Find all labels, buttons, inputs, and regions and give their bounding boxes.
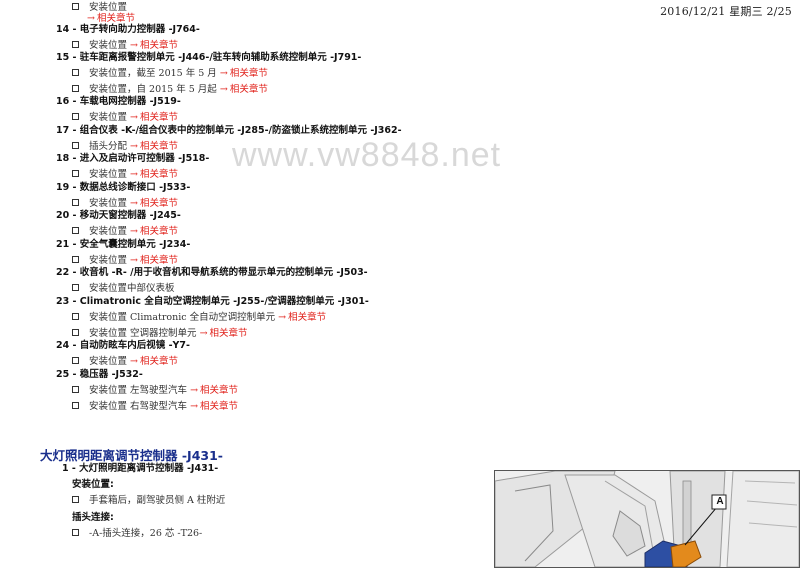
arrow-right-icon: → (130, 356, 139, 367)
list-item: 19 - 数据总线诊断接口 -J533- (56, 182, 191, 193)
install-text: 手套箱后，副驾驶员侧 A 柱附近 (72, 495, 225, 507)
list-subitem: 安装位置 → 相关章节 (72, 40, 178, 52)
list-subitem: 安装位置 → 相关章节 (72, 255, 178, 267)
arrow-right-icon: → (278, 312, 287, 323)
list-item: 15 - 驻车距离报警控制单元 -J446-/驻车转向辅助系统控制单元 -J79… (56, 52, 362, 63)
arrow-right-icon: → (130, 255, 139, 266)
header-date: 2016/12/21 星期三 2/25 (660, 5, 792, 18)
related-link[interactable]: → 相关章节 (190, 385, 238, 396)
list-item: 16 - 车载电网控制器 -J519- (56, 96, 181, 107)
related-link[interactable]: → 相关章节 (130, 169, 178, 180)
bullet-icon (72, 113, 79, 120)
arrow-right-icon: → (219, 84, 228, 95)
list-item: 24 - 自动防眩车内后视镜 -Y7- (56, 340, 190, 351)
arrow-right-icon: → (130, 169, 139, 180)
arrow-right-icon: → (130, 40, 139, 51)
related-link[interactable]: → 相关章节 (130, 356, 178, 367)
bullet-icon (72, 85, 79, 92)
list-item: 20 - 移动天窗控制器 -J245- (56, 210, 181, 221)
arrow-right-icon: → (199, 328, 208, 339)
bullet-icon (72, 284, 79, 291)
section-title: 大灯照明距离调节控制器 -J431- (40, 448, 223, 463)
bullet-icon (72, 3, 79, 10)
related-link[interactable]: → 相关章节 (130, 40, 178, 51)
related-link[interactable]: → 相关章节 (278, 312, 326, 323)
list-item: 14 - 电子转向助力控制器 -J764- (56, 24, 200, 35)
list-subitem: 安装位置 → 相关章节 (72, 112, 178, 124)
bullet-icon (72, 329, 79, 336)
list-item: 23 - Climatronic 全自动空调控制单元 -J255-/空调器控制单… (56, 296, 369, 307)
related-link[interactable]: → 相关章节 (220, 68, 268, 79)
arrow-right-icon: → (190, 401, 199, 412)
bullet-icon (72, 496, 79, 503)
list-item: 18 - 进入及启动许可控制器 -J518- (56, 153, 210, 164)
list-subitem: 安装位置，自 2015 年 5 月起 → 相关章节 (72, 84, 268, 96)
bullet-icon (72, 386, 79, 393)
list-subitem: 安装位置 → 相关章节 (72, 169, 178, 181)
bullet-icon (72, 41, 79, 48)
watermark: www.vw8848.net (232, 136, 502, 174)
list-subitem: 安装位置 空调器控制单元 → 相关章节 (72, 328, 248, 340)
installation-illustration (495, 471, 799, 567)
bullet-icon (72, 170, 79, 177)
arrow-right-icon: → (219, 68, 228, 79)
arrow-right-icon: → (130, 112, 139, 123)
related-link[interactable]: → 相关章节 (130, 141, 178, 152)
bullet-icon (72, 142, 79, 149)
list-subitem: 插头分配 → 相关章节 (72, 141, 178, 153)
arrow-right-icon: → (87, 13, 95, 24)
list-item: 22 - 收音机 -R- /用于收音机和导航系统的带显示单元的控制单元 -J50… (56, 267, 368, 278)
callout-label: A (716, 496, 724, 507)
list-subitem: 安装位置，截至 2015 年 5 月 → 相关章节 (72, 68, 268, 80)
list-item: 21 - 安全气囊控制单元 -J234- (56, 239, 191, 250)
bullet-icon (72, 199, 79, 206)
list-subitem: 安装位置 → 相关章节 (72, 226, 178, 238)
related-link[interactable]: → 相关章节 (200, 328, 248, 339)
plug-heading: 插头连接: (72, 512, 114, 523)
document-page: 2016/12/21 星期三 2/25 www.vw8848.net 安装位置 … (0, 0, 800, 568)
installation-figure: A (494, 470, 800, 568)
list-item: 25 - 稳压器 -J532- (56, 369, 143, 380)
plug-text: -A-插头连接，26 芯 -T26- (72, 528, 202, 540)
list-subitem: 安装位置 → 相关章节 (72, 356, 178, 368)
related-link[interactable]: → 相关章节 (130, 255, 178, 266)
arrow-right-icon: → (130, 141, 139, 152)
list-subitem: 安装位置中部仪表板 (72, 283, 175, 295)
list-subitem: 安装位置 左驾驶型汽车 → 相关章节 (72, 385, 238, 397)
related-link[interactable]: → 相关章节 (190, 401, 238, 412)
install-heading: 安装位置: (72, 479, 114, 490)
bullet-icon (72, 313, 79, 320)
related-link[interactable]: → 相关章节 (130, 226, 178, 237)
bullet-icon (72, 402, 79, 409)
arrow-right-icon: → (130, 198, 139, 209)
bullet-icon (72, 529, 79, 536)
related-link[interactable]: → 相关章节 (130, 112, 178, 123)
list-subitem: 安装位置 右驾驶型汽车 → 相关章节 (72, 401, 238, 413)
list-subitem: 安装位置 → 相关章节 (72, 198, 178, 210)
list-subitem: 安装位置 Climatronic 全自动空调控制单元 → 相关章节 (72, 312, 326, 324)
bullet-icon (72, 256, 79, 263)
bullet-icon (72, 357, 79, 364)
related-link[interactable]: → 相关章节 (220, 84, 268, 95)
section-item: 1 - 大灯照明距离调节控制器 -J431- (62, 463, 219, 474)
arrow-right-icon: → (130, 226, 139, 237)
bullet-icon (72, 227, 79, 234)
arrow-right-icon: → (190, 385, 199, 396)
related-link[interactable]: → 相关章节 (130, 198, 178, 209)
list-item: 17 - 组合仪表 -K-/组合仪表中的控制单元 -J285-/防盗锁止系统控制… (56, 125, 402, 136)
bullet-icon (72, 69, 79, 76)
